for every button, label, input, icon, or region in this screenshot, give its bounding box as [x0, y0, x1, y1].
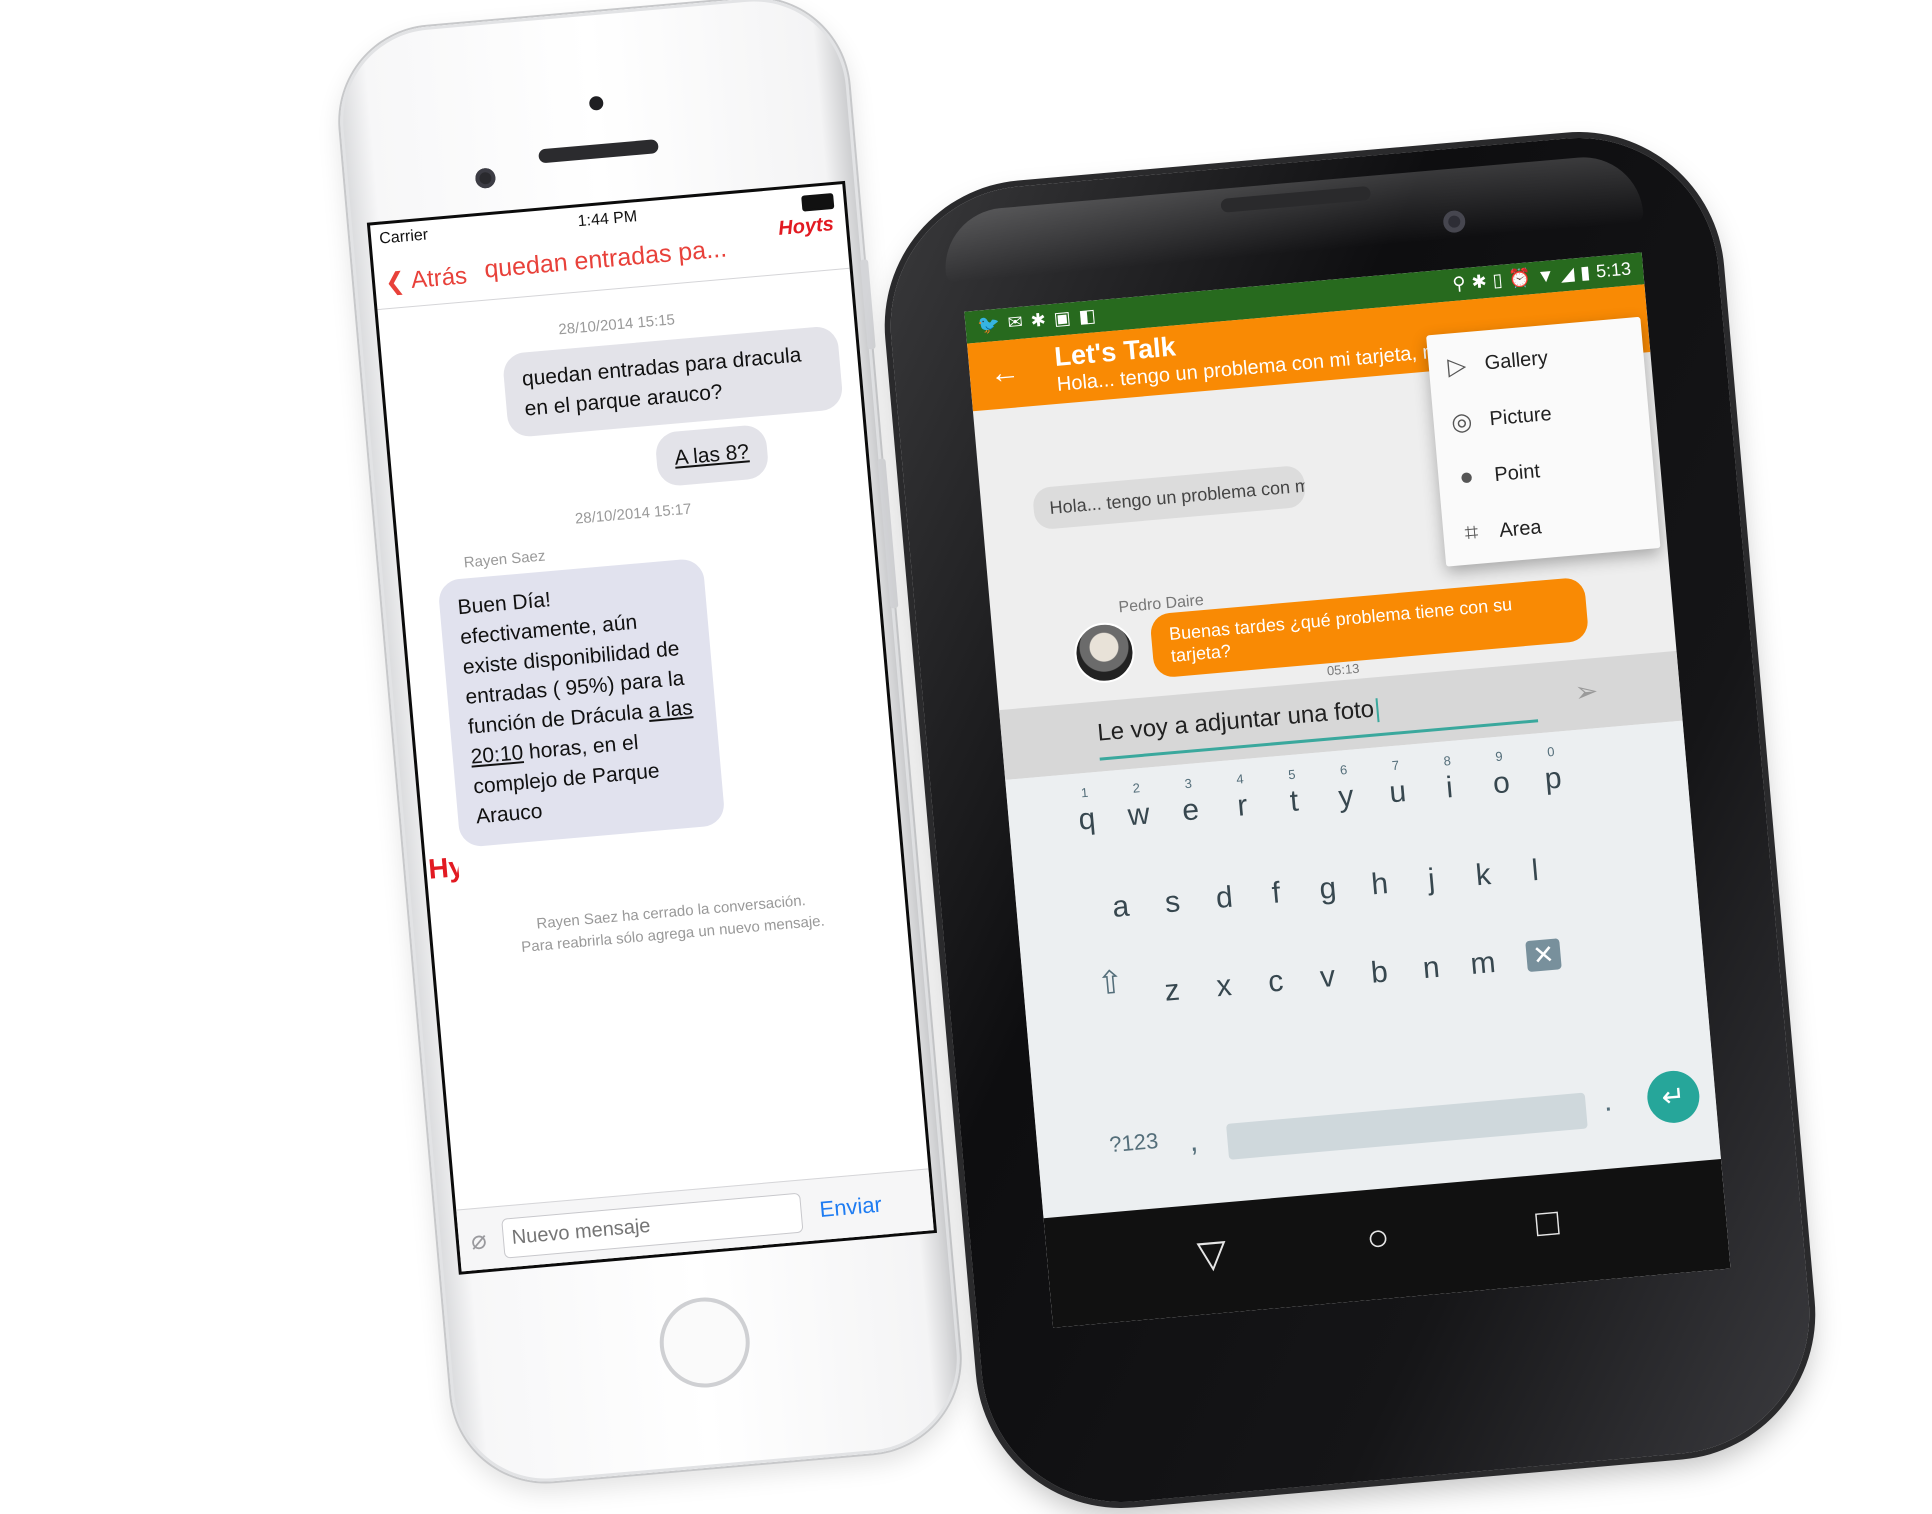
key-z[interactable]: z — [1143, 956, 1200, 1020]
key-d[interactable]: d — [1196, 863, 1253, 927]
back-triangle-icon[interactable]: ▽ — [1195, 1230, 1229, 1277]
map-pin-icon: ● — [1458, 462, 1475, 492]
space-key[interactable] — [1226, 1092, 1588, 1160]
message-date: 28/10/2014 15:17 — [574, 500, 693, 528]
enter-icon: ↵ — [1660, 1079, 1687, 1113]
key-o[interactable]: 9o — [1473, 748, 1530, 813]
key-t[interactable]: 5t — [1265, 767, 1322, 831]
shift-arrow-icon: ⇧ — [1095, 963, 1126, 1002]
home-circle-icon[interactable]: ○ — [1365, 1216, 1392, 1261]
backspace-key[interactable]: ✕ — [1506, 923, 1581, 989]
comma-key[interactable]: , — [1188, 1125, 1199, 1160]
back-label: Atrás — [409, 261, 469, 294]
key-h[interactable]: h — [1351, 850, 1408, 914]
shift-key[interactable]: ⇧ — [1074, 961, 1149, 1027]
key-u[interactable]: 7u — [1369, 758, 1426, 822]
status-time: 5:13 — [1595, 258, 1632, 282]
backspace-icon: ✕ — [1525, 938, 1562, 973]
send-button[interactable]: Enviar — [818, 1192, 882, 1223]
android-screen: 🐦✉✱▣◧ ⚲✱▯⏰▼◢▮5:13 ← Let's Talk Hola... t… — [964, 252, 1731, 1328]
key-i[interactable]: 8i — [1421, 753, 1478, 817]
key-f[interactable]: f — [1247, 859, 1304, 923]
brand-logo: Hoyts — [777, 213, 835, 240]
key-q[interactable]: 1q — [1058, 785, 1115, 849]
soft-keyboard: 1q 2w 3e 4r 5t 6y 7u 8i 9o 0p a s d f g … — [1005, 720, 1721, 1219]
incoming-message: Buenas tardes ¿qué problema tiene con su… — [1149, 576, 1590, 679]
message-time: 05:13 — [1326, 660, 1360, 679]
key-n[interactable]: n — [1402, 933, 1459, 997]
key-s[interactable]: s — [1144, 868, 1201, 932]
key-b[interactable]: b — [1351, 938, 1408, 1002]
notification-icons: 🐦✉✱▣◧ — [976, 304, 1105, 336]
message-text-link[interactable]: A las 8? — [674, 440, 750, 469]
key-v[interactable]: v — [1299, 942, 1356, 1006]
period-key[interactable]: . — [1602, 1084, 1613, 1119]
arrow-back-icon[interactable]: ← — [988, 355, 1021, 391]
gallery-icon: ▷ — [1446, 351, 1468, 381]
key-g[interactable]: g — [1299, 854, 1356, 918]
keyboard-row-3: ⇧ z x c v b n m ✕ — [1074, 923, 1581, 1027]
camera-icon: ◎ — [1450, 407, 1474, 437]
battery-icon — [801, 192, 835, 212]
paperclip-icon[interactable]: ⌀ — [470, 1224, 488, 1256]
incoming-message: Buen Día! efectivamente, aún existe disp… — [437, 557, 726, 848]
agent-avatar: Hy — [426, 840, 466, 892]
key-k[interactable]: k — [1455, 840, 1512, 904]
keyboard-row-2: a s d f g h j k l — [1092, 836, 1563, 937]
chevron-left-icon: ❮ — [383, 267, 407, 297]
recents-square-icon[interactable]: □ — [1534, 1201, 1561, 1246]
symbols-key[interactable]: ?123 — [1108, 1128, 1159, 1158]
key-y[interactable]: 6y — [1317, 762, 1374, 826]
key-w[interactable]: 2w — [1110, 780, 1167, 844]
key-j[interactable]: j — [1403, 845, 1460, 909]
key-a[interactable]: a — [1092, 872, 1149, 936]
outgoing-message: Hola... tengo un problema con mi tarjeta… — [1031, 464, 1307, 531]
outgoing-message: quedan entradas para dracula en el parqu… — [501, 325, 844, 439]
text-caret — [1375, 697, 1380, 722]
attachment-menu: ▷ Gallery ◎ Picture ● Point ⌗ Area — [1426, 316, 1661, 567]
outgoing-message: A las 8? — [654, 423, 770, 488]
conversation-title: quedan entradas pa... — [483, 234, 728, 284]
iphone-device: Carrier 1:44 PM ❮ Atrás quedan entradas … — [332, 0, 968, 1490]
sender-name: Rayen Saez — [463, 547, 547, 572]
key-x[interactable]: x — [1195, 951, 1252, 1015]
crop-area-icon: ⌗ — [1463, 518, 1480, 547]
iphone-screen: Carrier 1:44 PM ❮ Atrás quedan entradas … — [366, 180, 938, 1275]
key-r[interactable]: 4r — [1214, 771, 1271, 835]
key-e[interactable]: 3e — [1162, 776, 1219, 840]
back-button[interactable]: ❮ Atrás — [384, 261, 468, 297]
key-p[interactable]: 0p — [1524, 744, 1581, 808]
svg-text:Hy: Hy — [427, 851, 460, 885]
key-c[interactable]: c — [1247, 947, 1304, 1011]
enter-key[interactable]: ↵ — [1645, 1068, 1702, 1126]
agent-avatar — [1071, 620, 1137, 686]
key-l[interactable]: l — [1506, 836, 1563, 900]
conversation-closed-notice: Rayen Saez ha cerrado la conversación. P… — [461, 884, 883, 964]
key-m[interactable]: m — [1454, 929, 1511, 993]
android-device: 🐦✉✱▣◧ ⚲✱▯⏰▼◢▮5:13 ← Let's Talk Hola... t… — [879, 126, 1821, 1514]
send-icon[interactable]: ➢ — [1573, 674, 1599, 709]
